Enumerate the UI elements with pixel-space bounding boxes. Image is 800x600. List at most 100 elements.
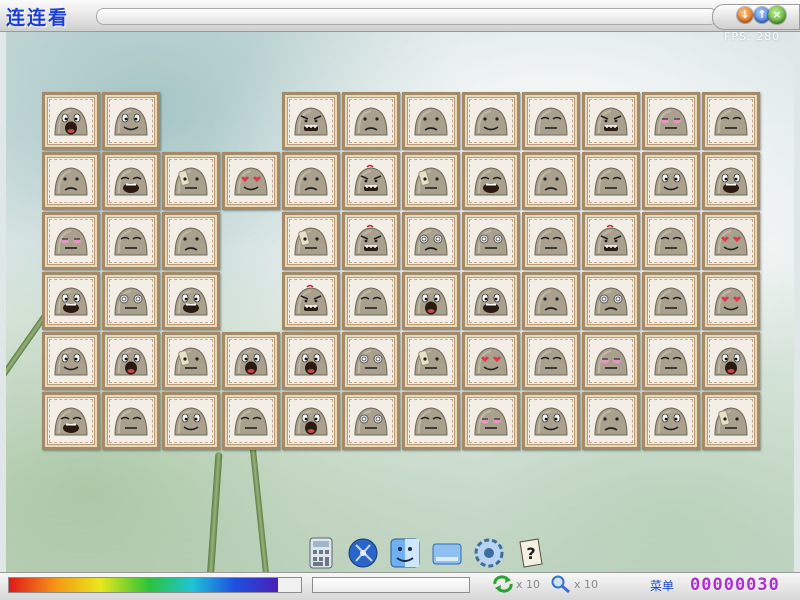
tile-squint[interactable] bbox=[342, 272, 400, 330]
sad-face-icon bbox=[294, 167, 328, 196]
tile-grin[interactable] bbox=[42, 392, 100, 450]
tile-scream[interactable] bbox=[42, 92, 100, 150]
tile-scream[interactable] bbox=[102, 332, 160, 390]
spiral-face-icon bbox=[414, 227, 448, 256]
tile-love[interactable] bbox=[702, 212, 760, 270]
tile-squint[interactable] bbox=[402, 392, 460, 450]
tile-squint[interactable] bbox=[642, 332, 700, 390]
tile-sad[interactable] bbox=[402, 92, 460, 150]
tile-love[interactable] bbox=[462, 332, 520, 390]
dizzy-face-icon bbox=[354, 347, 388, 376]
tile-scream[interactable] bbox=[702, 332, 760, 390]
tile-horror[interactable] bbox=[342, 152, 400, 210]
score-display: 00000030 bbox=[690, 575, 780, 595]
tile-squint[interactable] bbox=[102, 392, 160, 450]
sad-face-icon bbox=[54, 167, 88, 196]
tile-bandage[interactable] bbox=[402, 332, 460, 390]
tile-dizzy[interactable] bbox=[102, 272, 160, 330]
finder-icon[interactable] bbox=[388, 536, 422, 570]
pink-face-icon bbox=[474, 407, 508, 436]
tile-bandage[interactable] bbox=[162, 332, 220, 390]
pink-face-icon bbox=[594, 347, 628, 376]
tile-bandage[interactable] bbox=[702, 392, 760, 450]
tile-laugh[interactable] bbox=[702, 152, 760, 210]
tile-horror[interactable] bbox=[342, 212, 400, 270]
scream-face-icon bbox=[294, 347, 328, 376]
blink-face-icon bbox=[654, 407, 688, 436]
tile-laugh[interactable] bbox=[162, 272, 220, 330]
tile-scream[interactable] bbox=[282, 332, 340, 390]
blink-face-icon bbox=[114, 107, 148, 136]
time-bar-fill bbox=[9, 578, 278, 592]
tile-squint[interactable] bbox=[222, 392, 280, 450]
tile-sad[interactable] bbox=[342, 92, 400, 150]
tile-blink[interactable] bbox=[522, 392, 580, 450]
sad-face-icon bbox=[414, 107, 448, 136]
calculator-icon[interactable] bbox=[304, 536, 338, 570]
tile-sad[interactable] bbox=[42, 152, 100, 210]
tile-horror[interactable] bbox=[282, 272, 340, 330]
tile-squint[interactable] bbox=[702, 92, 760, 150]
tile-smile[interactable] bbox=[462, 92, 520, 150]
tile-blink[interactable] bbox=[102, 92, 160, 150]
tile-grin[interactable] bbox=[462, 152, 520, 210]
tile-squint[interactable] bbox=[642, 212, 700, 270]
tile-scream[interactable] bbox=[222, 332, 280, 390]
globe-icon[interactable] bbox=[346, 536, 380, 570]
pink-face-icon bbox=[654, 107, 688, 136]
tile-pink[interactable] bbox=[642, 92, 700, 150]
squint-face-icon bbox=[234, 407, 268, 436]
tile-pink[interactable] bbox=[42, 212, 100, 270]
tile-love[interactable] bbox=[222, 152, 280, 210]
squint-face-icon bbox=[654, 227, 688, 256]
tile-bandage[interactable] bbox=[162, 152, 220, 210]
tile-squint[interactable] bbox=[522, 332, 580, 390]
tile-sad[interactable] bbox=[162, 212, 220, 270]
tile-bandage[interactable] bbox=[402, 152, 460, 210]
horror-face-icon bbox=[354, 224, 388, 256]
tile-blink[interactable] bbox=[642, 392, 700, 450]
tile-sad[interactable] bbox=[582, 392, 640, 450]
tile-blink[interactable] bbox=[642, 152, 700, 210]
magnifier-icon[interactable] bbox=[550, 575, 572, 593]
tile-squint[interactable] bbox=[102, 212, 160, 270]
tile-laugh[interactable] bbox=[462, 272, 520, 330]
help-icon[interactable]: ? bbox=[514, 536, 548, 570]
tile-squint[interactable] bbox=[522, 92, 580, 150]
tile-squint[interactable] bbox=[582, 152, 640, 210]
tile-dizzy[interactable] bbox=[342, 332, 400, 390]
tile-blink[interactable] bbox=[162, 392, 220, 450]
tile-dizzy[interactable] bbox=[342, 392, 400, 450]
tile-squint[interactable] bbox=[522, 212, 580, 270]
love-face-icon bbox=[474, 347, 508, 376]
tile-sad[interactable] bbox=[282, 152, 340, 210]
tile-grin[interactable] bbox=[102, 152, 160, 210]
tile-love[interactable] bbox=[702, 272, 760, 330]
tile-angry[interactable] bbox=[582, 92, 640, 150]
tile-sad[interactable] bbox=[522, 272, 580, 330]
tile-spiral[interactable] bbox=[582, 272, 640, 330]
tile-pink[interactable] bbox=[462, 392, 520, 450]
laugh-face-icon bbox=[474, 287, 508, 316]
bandage-face-icon bbox=[174, 347, 208, 376]
tile-pink[interactable] bbox=[582, 332, 640, 390]
tile-sad[interactable] bbox=[522, 152, 580, 210]
tile-angry[interactable] bbox=[282, 92, 340, 150]
tile-dizzy[interactable] bbox=[462, 212, 520, 270]
refresh-icon[interactable] bbox=[492, 575, 514, 593]
squint-face-icon bbox=[654, 287, 688, 316]
tile-blink[interactable] bbox=[42, 332, 100, 390]
drive-icon[interactable] bbox=[430, 536, 464, 570]
tile-scream[interactable] bbox=[282, 392, 340, 450]
settings-icon[interactable] bbox=[472, 536, 506, 570]
bandage-face-icon bbox=[294, 227, 328, 256]
tile-horror[interactable] bbox=[582, 212, 640, 270]
tile-spiral[interactable] bbox=[402, 212, 460, 270]
tile-squint[interactable] bbox=[642, 272, 700, 330]
tile-board bbox=[0, 0, 800, 600]
tile-bandage[interactable] bbox=[282, 212, 340, 270]
menu-button[interactable]: 菜单 bbox=[650, 577, 674, 594]
grin-face-icon bbox=[114, 167, 148, 196]
tile-laugh[interactable] bbox=[42, 272, 100, 330]
tile-scream[interactable] bbox=[402, 272, 460, 330]
